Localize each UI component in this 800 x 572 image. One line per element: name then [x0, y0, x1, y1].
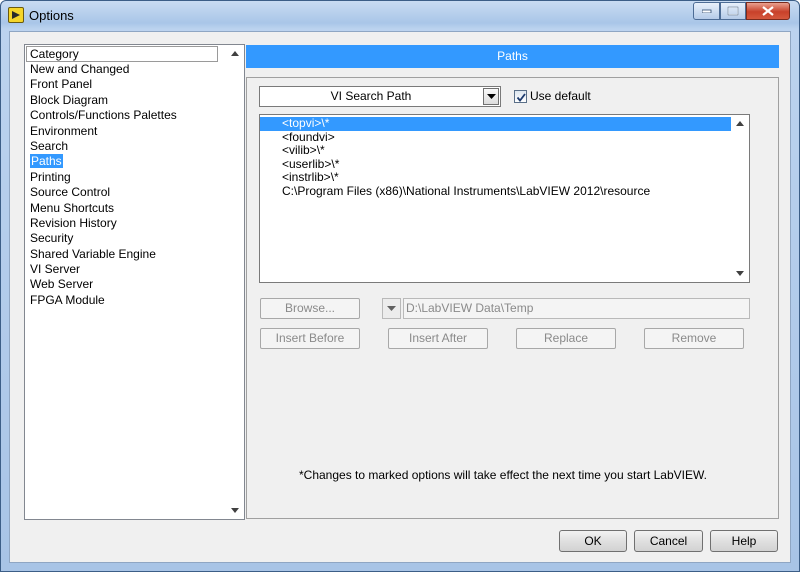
category-item-label: Menu Shortcuts	[30, 200, 115, 215]
category-item-label: VI Server	[30, 262, 81, 277]
panel-title: Paths	[246, 45, 779, 68]
category-scrollbar[interactable]	[227, 45, 244, 519]
chevron-down-icon	[387, 306, 396, 311]
category-item-label: Search	[30, 138, 69, 153]
category-item[interactable]: Controls/Functions Palettes	[29, 108, 219, 123]
category-item-label: Shared Variable Engine	[30, 246, 156, 261]
category-item-label: Web Server	[30, 277, 94, 292]
category-item[interactable]: New and Changed	[29, 62, 219, 77]
category-item-label: Front Panel	[30, 77, 93, 92]
maximize-button[interactable]	[720, 2, 746, 20]
scroll-down-arrow-icon	[736, 271, 744, 276]
category-items: New and Changed Front Panel Block Diagram C…	[29, 62, 219, 308]
path-list-item[interactable]: <instrlib>\*	[260, 171, 731, 185]
search-path-listbox[interactable]: <topvi>\* <foundvi> <vilib>\* <userlib>\* <i…	[259, 114, 750, 283]
restart-note: *Changes to marked options will take eff…	[299, 468, 707, 482]
ok-button[interactable]: OK	[559, 530, 627, 552]
window-title: Options	[29, 8, 74, 23]
replace-button[interactable]: Replace	[516, 328, 616, 349]
category-item[interactable]: Menu Shortcuts	[29, 201, 219, 216]
category-item[interactable]: Paths	[29, 154, 219, 169]
title-bar[interactable]: Options	[1, 1, 799, 29]
category-item[interactable]: FPGA Module	[29, 293, 219, 308]
browse-button[interactable]: Browse...	[260, 298, 360, 319]
minimize-button[interactable]	[693, 2, 720, 20]
category-item[interactable]: Block Diagram	[29, 93, 219, 108]
path-list-item[interactable]: <vilib>\*	[260, 144, 731, 158]
path-type-value: VI Search Path	[330, 89, 412, 103]
cancel-button[interactable]: Cancel	[634, 530, 703, 552]
insert-after-button[interactable]: Insert After	[388, 328, 488, 349]
path-list-item[interactable]: C:\Program Files (x86)\National Instrume…	[260, 184, 731, 199]
dropdown-arrow-button[interactable]	[483, 88, 499, 105]
category-item-label: Revision History	[30, 215, 117, 230]
category-item[interactable]: Revision History	[29, 216, 219, 231]
category-item-label: Printing	[30, 169, 71, 184]
category-item-label: Paths	[30, 154, 63, 169]
category-item-label: Source Control	[30, 185, 111, 200]
use-default-label[interactable]: Use default	[530, 89, 591, 103]
category-item[interactable]: Front Panel	[29, 77, 219, 92]
path-input[interactable]: D:\LabVIEW Data\Temp	[403, 298, 750, 319]
path-history-dropdown[interactable]	[382, 298, 401, 319]
scroll-up-arrow-icon	[736, 121, 744, 126]
category-item[interactable]: Web Server	[29, 277, 219, 292]
options-window: Options Category New and Changed Front Pa…	[0, 0, 800, 572]
path-items: <topvi>\* <foundvi> <vilib>\* <userlib>\* <i…	[260, 116, 731, 199]
scroll-up-arrow-icon	[231, 51, 239, 56]
help-button[interactable]: Help	[710, 530, 778, 552]
insert-before-button[interactable]: Insert Before	[260, 328, 360, 349]
category-item[interactable]: Printing	[29, 170, 219, 185]
category-item-label: New and Changed	[30, 62, 130, 76]
category-item[interactable]: Security	[29, 231, 219, 246]
remove-button[interactable]: Remove	[644, 328, 744, 349]
category-item[interactable]: Shared Variable Engine	[29, 247, 219, 262]
path-list-item[interactable]: <topvi>\*	[260, 116, 731, 131]
category-item-label: Block Diagram	[30, 92, 109, 107]
scroll-down-arrow-icon	[231, 508, 239, 513]
path-list-scrollbar[interactable]	[732, 115, 749, 282]
chevron-down-icon	[487, 94, 496, 99]
category-column-header[interactable]: Category	[26, 46, 218, 62]
category-item-label: Controls/Functions Palettes	[30, 108, 177, 123]
category-item[interactable]: Source Control	[29, 185, 219, 200]
path-type-dropdown[interactable]: VI Search Path	[259, 86, 501, 107]
category-item[interactable]: Search	[29, 139, 219, 154]
category-listbox[interactable]: Category New and Changed Front Panel Block…	[24, 44, 245, 520]
path-list-item[interactable]: <userlib>\*	[260, 157, 731, 172]
checkmark-icon	[516, 93, 526, 102]
category-item-label: Security	[30, 231, 74, 246]
close-button[interactable]	[746, 2, 790, 20]
category-item-label: Environment	[30, 123, 98, 138]
dialog-client-area: Category New and Changed Front Panel Block…	[9, 31, 791, 563]
labview-app-icon	[8, 7, 24, 23]
category-item[interactable]: Environment	[29, 124, 219, 139]
use-default-checkbox[interactable]	[514, 90, 527, 103]
paths-panel: VI Search Path Use default <topvi>\* <fou…	[246, 77, 779, 519]
category-item[interactable]: VI Server	[29, 262, 219, 277]
category-item-label: FPGA Module	[30, 292, 105, 307]
path-list-item[interactable]: <foundvi>	[260, 130, 731, 145]
